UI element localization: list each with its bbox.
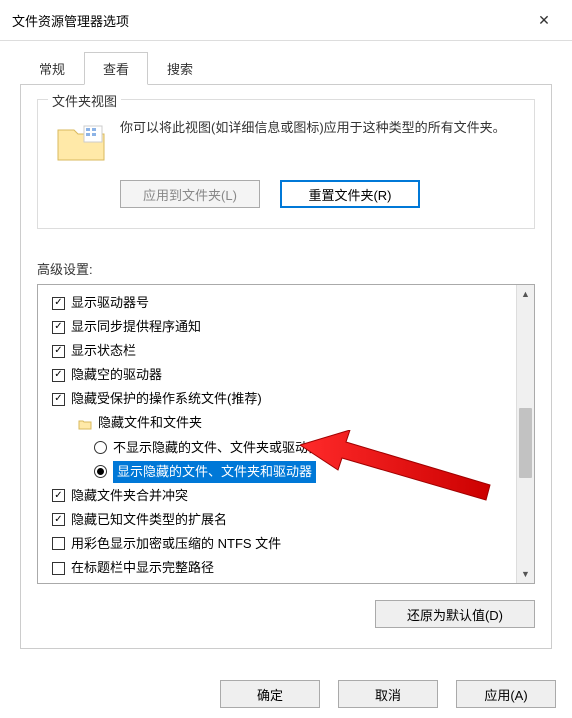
opt-show-hidden[interactable]: 显示隐藏的文件、文件夹和驱动器 (113, 461, 316, 483)
scroll-down-arrow-icon[interactable]: ▼ (517, 565, 534, 583)
close-button[interactable]: ✕ (528, 8, 560, 32)
tab-view[interactable]: 查看 (84, 52, 148, 85)
folder-icon (78, 418, 92, 430)
window-title: 文件资源管理器选项 (12, 11, 129, 30)
opt-hide-merge-conflicts[interactable]: 隐藏文件夹合并冲突 (71, 485, 188, 507)
group-description: 你可以将此视图(如详细信息或图标)应用于这种类型的所有文件夹。 (120, 118, 516, 139)
opt-hide-protected-os-files[interactable]: 隐藏受保护的操作系统文件(推荐) (71, 388, 262, 410)
apply-button[interactable]: 应用(A) (456, 680, 556, 708)
restore-defaults-button[interactable]: 还原为默认值(D) (375, 600, 535, 628)
folder-view-group: 文件夹视图 你可以将此视图(如详细信息或图标)应用于这种类型的所有文件夹。 应用… (37, 99, 535, 229)
scroll-thumb[interactable] (519, 408, 532, 478)
opt-sync-notifications[interactable]: 显示同步提供程序通知 (71, 316, 201, 338)
opt-status-bar[interactable]: 显示状态栏 (71, 340, 136, 362)
opt-full-path-titlebar[interactable]: 在标题栏中显示完整路径 (71, 557, 214, 579)
opt-separate-process[interactable]: 在单独的进程中打开文件夹窗口 (71, 581, 253, 583)
tab-search[interactable]: 搜索 (148, 52, 212, 85)
checkbox-icon[interactable] (52, 513, 65, 526)
group-title: 文件夹视图 (48, 91, 121, 110)
opt-hide-known-extensions[interactable]: 隐藏已知文件类型的扩展名 (71, 509, 227, 531)
advanced-settings-label: 高级设置: (37, 259, 535, 278)
radio-icon[interactable] (94, 465, 107, 478)
checkbox-icon[interactable] (52, 537, 65, 550)
checkbox-icon[interactable] (52, 369, 65, 382)
opt-hide-empty-drives[interactable]: 隐藏空的驱动器 (71, 364, 162, 386)
checkbox-icon[interactable] (52, 489, 65, 502)
checkbox-icon[interactable] (52, 345, 65, 358)
opt-color-encrypted-ntfs[interactable]: 用彩色显示加密或压缩的 NTFS 文件 (71, 533, 281, 555)
reset-folders-button[interactable]: 重置文件夹(R) (280, 180, 420, 208)
scroll-up-arrow-icon[interactable]: ▲ (517, 285, 534, 303)
apply-to-folders-button: 应用到文件夹(L) (120, 180, 260, 208)
tab-bar: 常规 查看 搜索 (20, 51, 552, 85)
radio-icon[interactable] (94, 441, 107, 454)
scroll-track[interactable] (517, 303, 534, 565)
advanced-settings-tree[interactable]: 显示驱动器号 显示同步提供程序通知 显示状态栏 隐藏空的驱动器 隐藏受保护的操作… (37, 284, 535, 584)
dialog-button-row: 确定 取消 应用(A) (220, 680, 556, 708)
opt-show-drive-letters[interactable]: 显示驱动器号 (71, 292, 149, 314)
checkbox-icon[interactable] (52, 393, 65, 406)
checkbox-icon[interactable] (52, 297, 65, 310)
checkbox-icon[interactable] (52, 562, 65, 575)
scrollbar[interactable]: ▲ ▼ (516, 285, 534, 583)
opt-dont-show-hidden[interactable]: 不显示隐藏的文件、文件夹或驱动器 (113, 437, 321, 459)
cancel-button[interactable]: 取消 (338, 680, 438, 708)
tab-general[interactable]: 常规 (20, 52, 84, 85)
group-hidden-files[interactable]: 隐藏文件和文件夹 (98, 412, 202, 434)
ok-button[interactable]: 确定 (220, 680, 320, 708)
checkbox-icon[interactable] (52, 321, 65, 334)
folder-icon (56, 122, 106, 162)
tab-panel-view: 文件夹视图 你可以将此视图(如详细信息或图标)应用于这种类型的所有文件夹。 应用… (20, 85, 552, 649)
